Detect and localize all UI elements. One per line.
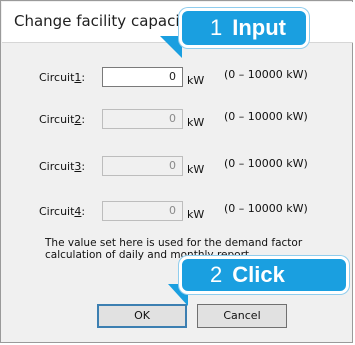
range-label: (0 – 10000 kW) — [224, 157, 308, 170]
unit-label: kW — [187, 163, 205, 176]
callout-word: Click — [232, 262, 285, 287]
circuit-2-label: Circuit2: — [39, 113, 86, 126]
circuit-2-input[interactable]: 0 — [102, 109, 183, 129]
circuit-1-input[interactable]: 0 — [102, 67, 183, 87]
circuit-3-input[interactable]: 0 — [102, 156, 183, 176]
callout-click: 2 Click — [179, 256, 349, 294]
circuit-1-row: Circuit1: 0 kW (0 – 10000 kW) — [1, 67, 354, 91]
circuit-3-row: Circuit3: 0 kW (0 – 10000 kW) — [1, 156, 354, 180]
callout-word: Input — [232, 15, 287, 40]
unit-label: kW — [187, 208, 205, 221]
circuit-4-input[interactable]: 0 — [102, 201, 183, 221]
unit-label: kW — [187, 116, 205, 129]
circuit-3-label: Circuit3: — [39, 160, 86, 173]
range-label: (0 – 10000 kW) — [224, 68, 308, 81]
callout-number: 1 — [210, 15, 223, 40]
circuit-4-row: Circuit4: 0 kW (0 – 10000 kW) — [1, 201, 354, 225]
circuit-2-row: Circuit2: 0 kW (0 – 10000 kW) — [1, 109, 354, 133]
range-label: (0 – 10000 kW) — [224, 202, 308, 215]
circuit-1-label: Circuit1: — [39, 71, 86, 84]
circuit-4-label: Circuit4: — [39, 205, 86, 218]
callout-number: 2 — [210, 262, 223, 287]
cancel-button[interactable]: Cancel — [197, 304, 287, 328]
unit-label: kW — [187, 74, 205, 87]
callout-input: 1 Input — [179, 8, 309, 48]
range-label: (0 – 10000 kW) — [224, 110, 308, 123]
window-title: Change facility capacity — [14, 12, 195, 30]
ok-button[interactable]: OK — [97, 304, 187, 328]
